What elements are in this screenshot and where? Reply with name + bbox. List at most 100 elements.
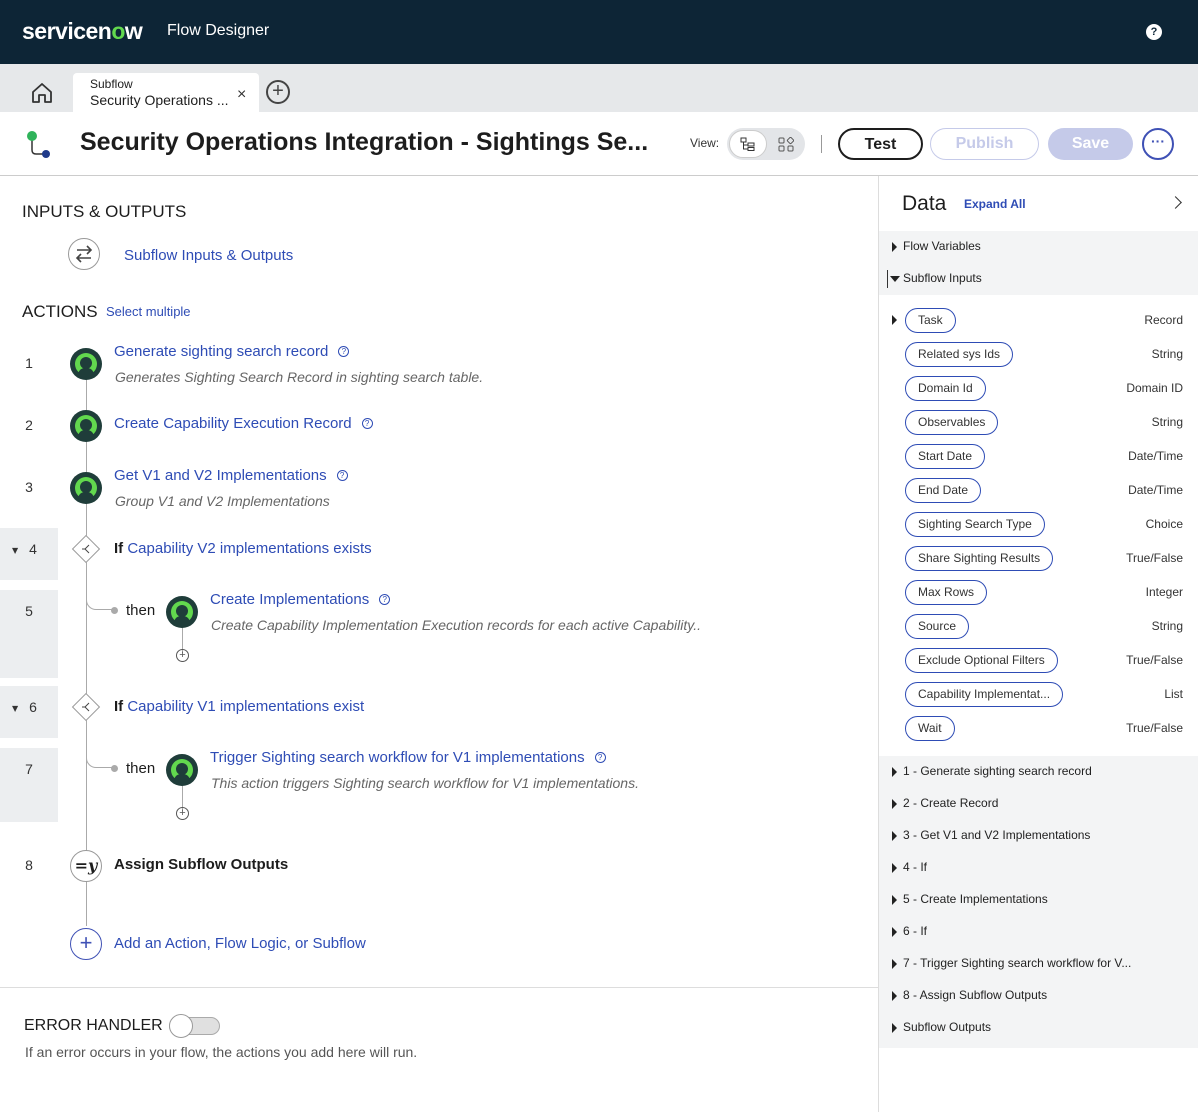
branch-curve [86,590,112,610]
action-number: 2 [25,417,33,433]
tree-label: 3 - Get V1 and V2 Implementations [903,828,1091,842]
data-tree-subflow-outputs[interactable]: Subflow Outputs [879,1012,1198,1044]
chevron-right-icon[interactable] [1169,196,1182,209]
action-title-1[interactable]: Generate sighting search record? [114,343,350,360]
data-tree-subflow-inputs[interactable]: Subflow Inputs [879,263,1198,295]
expand-triangle-icon [892,1023,897,1033]
data-pill[interactable]: Source [905,614,970,639]
data-type: True/False [1126,721,1183,735]
data-tree-step[interactable]: 5 - Create Implementations [879,884,1198,916]
tree-label: 1 - Generate sighting search record [903,764,1092,778]
action-title-5[interactable]: Create Implementations? [210,591,391,608]
expand-triangle-icon[interactable] [892,315,897,325]
data-tree-flow-variables[interactable]: Flow Variables [879,231,1198,263]
data-pill[interactable]: Observables [905,410,999,435]
error-handler-divider [0,987,878,988]
data-pill[interactable]: Max Rows [905,580,988,605]
add-action-icon[interactable]: + [70,928,102,960]
then-label: then [126,760,156,777]
action-title-7[interactable]: Trigger Sighting search workflow for V1 … [210,749,606,766]
view-label: View: [690,136,720,150]
branch-dot [111,765,118,772]
action-title-3[interactable]: Get V1 and V2 Implementations? [114,467,348,484]
subflow-inputs-outputs-link[interactable]: Subflow Inputs & Outputs [124,247,293,264]
assign-outputs-icon: =y [70,850,102,882]
action-number: 3 [25,479,33,495]
expand-triangle-icon [892,927,897,937]
expand-triangle-icon [892,831,897,841]
info-icon[interactable]: ? [338,346,350,357]
expand-triangle-icon [892,863,897,873]
publish-button[interactable]: Publish [930,128,1039,160]
tab-name: Security Operations ... [90,92,229,108]
action-number: 4 [29,541,37,557]
branch-icon [82,544,90,554]
data-type: String [1151,415,1183,429]
data-type: Record [1144,313,1183,327]
if-condition-4[interactable]: If Capability V2 implementations exists [114,540,372,557]
assign-subflow-outputs[interactable]: Assign Subflow Outputs [114,856,288,873]
data-pill[interactable]: Domain Id [905,376,986,401]
diagram-view-icon[interactable] [778,137,794,152]
action-title-2[interactable]: Create Capability Execution Record? [114,415,373,432]
data-tree-step[interactable]: 2 - Create Record [879,788,1198,820]
help-icon[interactable]: ? [1146,24,1162,40]
action-number: 6 [29,699,37,715]
add-tab-icon[interactable]: + [266,80,290,104]
add-step-icon[interactable]: + [176,649,189,662]
data-pill[interactable]: Wait [905,716,955,741]
data-pill[interactable]: Related sys Ids [905,342,1014,367]
data-tree-step[interactable]: 7 - Trigger Sighting search workflow for… [879,948,1198,980]
data-tree-step[interactable]: 6 - If [879,916,1198,948]
data-type: Date/Time [1128,483,1183,497]
data-pill[interactable]: Task [905,308,956,333]
info-icon[interactable]: ? [361,418,373,429]
info-icon[interactable]: ? [594,752,606,763]
home-icon[interactable] [30,81,54,105]
data-type: List [1164,687,1183,701]
data-type: Choice [1145,517,1183,531]
app-name: Flow Designer [167,22,270,39]
data-pill[interactable]: Sighting Search Type [905,512,1045,537]
tree-label: 7 - Trigger Sighting search workflow for… [903,956,1132,970]
action-step-icon [166,596,198,628]
swap-arrows-icon[interactable] [68,238,100,270]
tab-subflow[interactable]: Subflow Security Operations ... × [73,73,259,112]
flow-header: Security Operations Integration - Sighti… [0,112,1198,176]
row-gutter-7 [0,748,58,822]
data-pill[interactable]: Exclude Optional Filters [905,648,1058,673]
save-button[interactable]: Save [1048,128,1133,160]
expand-all-link[interactable]: Expand All [964,197,1026,211]
data-pill[interactable]: End Date [905,478,982,503]
close-icon[interactable]: × [237,86,246,104]
data-tree-step[interactable]: 3 - Get V1 and V2 Implementations [879,820,1198,852]
add-step-icon[interactable]: + [176,807,189,820]
select-multiple-link[interactable]: Select multiple [106,304,191,319]
data-tree-step[interactable]: 1 - Generate sighting search record [879,756,1198,788]
error-handler-description: If an error occurs in your flow, the act… [25,1044,418,1060]
data-pill[interactable]: Share Sighting Results [905,546,1054,571]
data-type: True/False [1126,653,1183,667]
info-icon[interactable]: ? [379,594,391,605]
test-button[interactable]: Test [838,128,923,160]
data-tree-step[interactable]: 4 - If [879,852,1198,884]
add-action-link[interactable]: Add an Action, Flow Logic, or Subflow [114,935,366,952]
data-tree-step[interactable]: 8 - Assign Subflow Outputs [879,980,1198,1012]
then-label: then [126,602,156,619]
data-pill[interactable]: Capability Implementat... [905,682,1064,707]
servicenow-logo[interactable]: servicenow [22,18,143,45]
data-pill[interactable]: Start Date [905,444,986,469]
top-bar: servicenow Flow Designer ? [0,0,1198,64]
expand-triangle-icon [892,767,897,777]
error-handler-toggle[interactable] [169,1014,220,1038]
view-toggle[interactable] [727,128,805,160]
branch-icon [82,702,90,712]
error-handler-heading: ERROR HANDLER [24,1017,163,1034]
if-condition-6[interactable]: If Capability V1 implementations exist [114,698,364,715]
action-number: 7 [25,761,33,777]
tree-label: 2 - Create Record [903,796,999,810]
more-options-icon[interactable]: ··· [1142,128,1174,160]
tree-label: 5 - Create Implementations [903,892,1048,906]
info-icon[interactable]: ? [336,470,348,481]
action-step-icon [70,410,102,442]
